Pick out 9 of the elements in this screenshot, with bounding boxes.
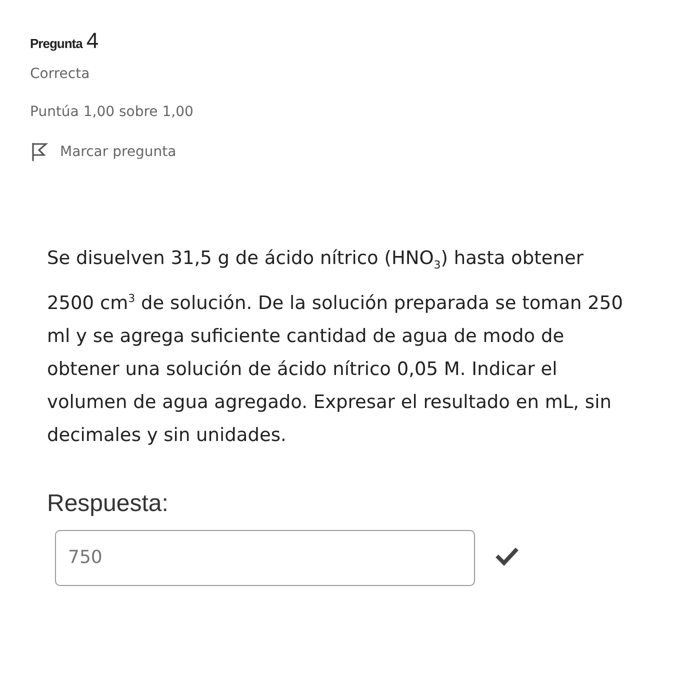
flag-icon[interactable] (30, 142, 48, 162)
question-text: Se disuelven 31,5 g de ácido nítrico (HNO$_{3}$) hasta obtener 2500 cm$^{3}$ de solución. De la solución preparada se toman 250 ml y se agrega suficiente cantidad de agua de modo de obtener una solución de ácido nítrico 0,05 M. Indicar el volumen de agua agregado. Expresar el resultado en mL, sin decimales y sin unidades. (47, 247, 624, 448)
question-state: Correcta (30, 66, 91, 82)
answer-field[interactable]: 750 (55, 530, 475, 586)
flag-question-link[interactable]: Marcar pregunta (60, 144, 176, 160)
question-label: Pregunta (30, 36, 82, 51)
question-number: 4 (86, 28, 99, 54)
question-grade: Puntúa 1,00 sobre 1,00 (30, 104, 194, 120)
answer-label: Respuesta: (47, 490, 170, 518)
